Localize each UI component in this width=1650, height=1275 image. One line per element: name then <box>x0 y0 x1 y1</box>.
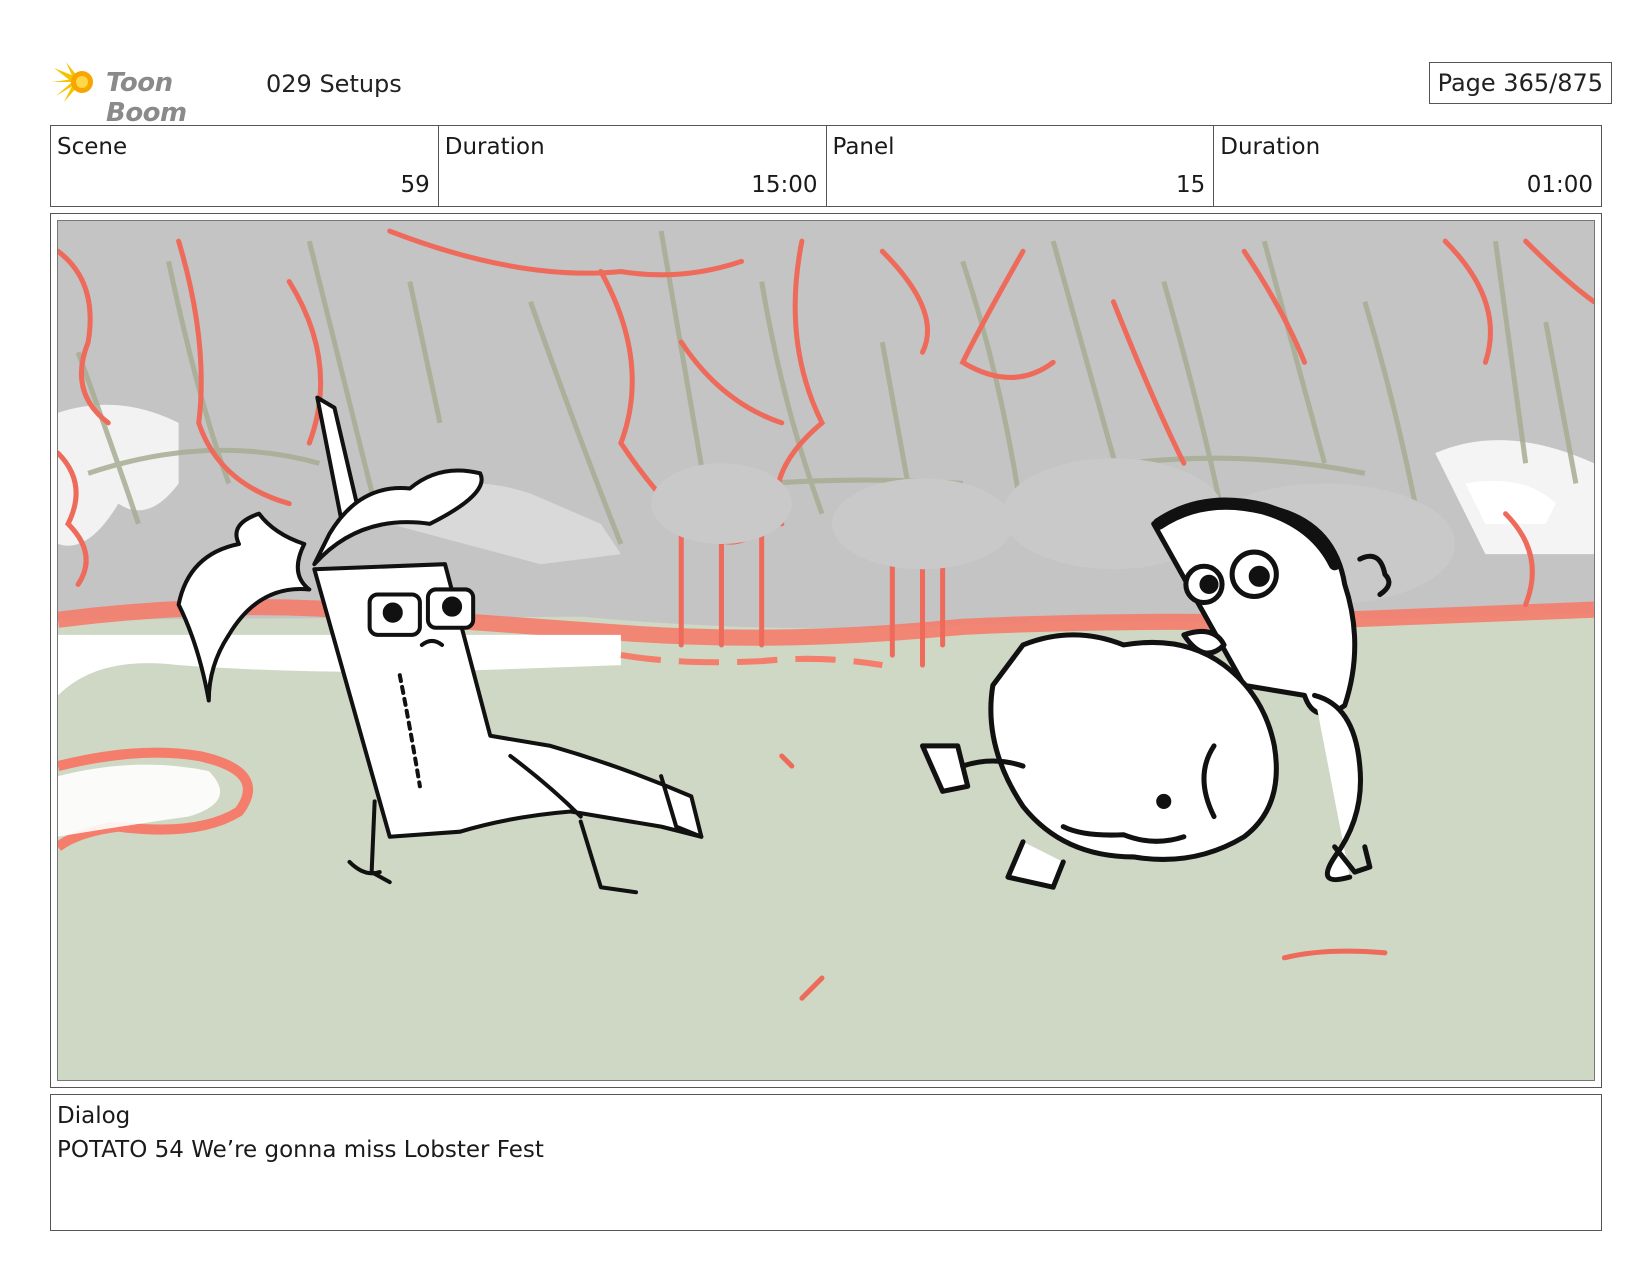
panel-duration-value: 01:00 <box>1526 172 1593 198</box>
storyboard-panel-image <box>57 220 1595 1081</box>
dialog-text: POTATO 54 We’re gonna miss Lobster Fest <box>57 1137 544 1163</box>
scene-label: Scene <box>57 134 128 160</box>
logo-wordmark: Toon Boom <box>106 68 187 128</box>
starburst-icon <box>52 62 93 102</box>
panel-cell: Panel 15 <box>827 126 1215 206</box>
panel-duration-label: Duration <box>1220 134 1321 160</box>
panel-sketch <box>58 221 1594 1080</box>
toon-boom-logo: Toon Boom <box>52 60 252 128</box>
scene-info-table: Scene 59 Duration 15:00 Panel 15 Duratio… <box>50 125 1602 207</box>
panel-value: 15 <box>1175 172 1206 198</box>
dialog-box: Dialog POTATO 54 We’re gonna miss Lobste… <box>50 1094 1602 1231</box>
project-title: 029 Setups <box>266 70 402 98</box>
scene-duration-value: 15:00 <box>751 172 818 198</box>
scene-duration-label: Duration <box>444 134 545 160</box>
scene-value: 59 <box>400 172 430 198</box>
dialog-label: Dialog <box>57 1103 131 1129</box>
panel-label: Panel <box>832 134 895 160</box>
storyboard-panel-frame <box>50 213 1602 1088</box>
scene-cell: Scene 59 <box>51 126 439 206</box>
storyboard-header: Toon Boom 029 Setups Page 365/875 <box>52 58 1612 128</box>
scene-duration-cell: Duration 15:00 <box>439 126 827 206</box>
page-number: Page 365/875 <box>1428 62 1612 104</box>
panel-duration-cell: Duration 01:00 <box>1214 126 1601 206</box>
